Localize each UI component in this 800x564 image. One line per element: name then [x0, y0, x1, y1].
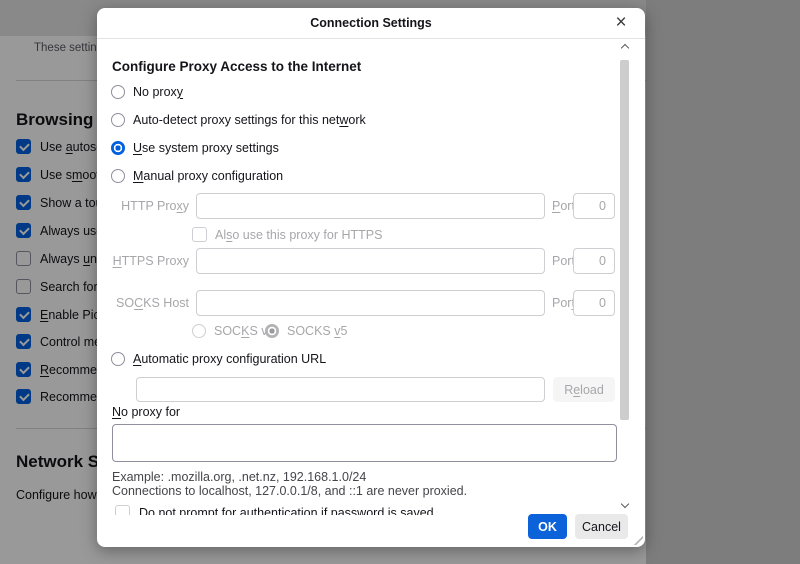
label-part: Al	[215, 228, 226, 242]
radio-icon[interactable]	[111, 113, 125, 127]
label-accesskey: C	[134, 296, 143, 310]
dialog-titlebar: Connection Settings ×	[97, 8, 645, 39]
label-part: SO	[116, 296, 134, 310]
label-accesskey: U	[133, 141, 142, 155]
label-part: 5	[341, 324, 348, 338]
radio-label: Automatic proxy configuration URL	[133, 352, 326, 366]
radio-icon-selected[interactable]	[265, 324, 279, 338]
button-label: Reload	[564, 383, 604, 397]
label-accesskey: H	[113, 254, 122, 268]
http-proxy-label: HTTP Proxy	[97, 199, 189, 213]
label-part: se system proxy settings	[142, 141, 279, 155]
https-proxy-label: HTTPS Proxy	[97, 254, 189, 268]
checkbox-label: Also use this proxy for HTTPS	[215, 228, 382, 242]
label-part: TTPS Proxy	[122, 254, 189, 268]
radio-auto-detect-proxy[interactable]: Auto-detect proxy settings for this netw…	[111, 113, 366, 127]
socks-host-label: SOCKS Host	[97, 296, 189, 310]
label-part: o proxy for	[121, 405, 180, 419]
dialog-scroll-content: Configure Proxy Access to the Internet N…	[97, 39, 617, 515]
auto-proxy-url-input[interactable]	[136, 377, 545, 402]
checkbox-icon[interactable]	[192, 227, 207, 242]
radio-socks-v5[interactable]: SOCKS v5	[265, 324, 347, 338]
radio-icon[interactable]	[111, 169, 125, 183]
label-part: Por	[552, 296, 571, 310]
label-part: Auto-detect proxy settings for this net	[133, 113, 339, 127]
ok-button[interactable]: OK	[528, 514, 567, 539]
radio-automatic-proxy-url[interactable]: Automatic proxy configuration URL	[111, 352, 326, 366]
radio-label: No proxy	[133, 85, 183, 99]
radio-icon-selected[interactable]	[111, 141, 125, 155]
https-port-input[interactable]	[573, 248, 615, 274]
checkbox-no-auth-prompt[interactable]: Do not prompt for authentication if pass…	[115, 505, 434, 515]
socks-port-input[interactable]	[573, 290, 615, 316]
cancel-button[interactable]: Cancel	[575, 514, 628, 539]
radio-icon[interactable]	[111, 85, 125, 99]
label-accesskey: M	[133, 169, 143, 183]
scrollbar-down-arrow-icon[interactable]	[621, 500, 629, 508]
label-part: anual proxy configuration	[143, 169, 283, 183]
https-port-label: Port	[552, 254, 575, 268]
label-part: Port	[552, 254, 575, 268]
label-part: R	[564, 383, 573, 397]
radio-label: Use system proxy settings	[133, 141, 279, 155]
checkbox-icon[interactable]	[115, 505, 130, 515]
no-proxy-for-label: No proxy for	[112, 405, 180, 419]
label-accesskey: N	[112, 405, 121, 419]
proxy-config-heading: Configure Proxy Access to the Internet	[112, 59, 361, 74]
no-proxy-example-text: Example: .mozilla.org, .net.nz, 192.168.…	[112, 470, 366, 484]
label-part: load	[580, 383, 604, 397]
resize-grip[interactable]	[630, 532, 643, 545]
reload-button[interactable]: Reload	[553, 377, 615, 402]
https-proxy-input[interactable]	[196, 248, 545, 274]
checkbox-also-use-for-https[interactable]: Also use this proxy for HTTPS	[192, 227, 382, 242]
checkbox-label: Do not prompt for authentication if pass…	[139, 506, 434, 516]
http-port-input[interactable]	[573, 193, 615, 219]
radio-label: Auto-detect proxy settings for this netw…	[133, 113, 366, 127]
label-part: No prox	[133, 85, 177, 99]
http-proxy-input[interactable]	[196, 193, 545, 219]
socks-port-label: Port	[552, 296, 575, 310]
radio-icon[interactable]	[192, 324, 206, 338]
connection-settings-dialog: Connection Settings × Configure Proxy Ac…	[97, 8, 645, 547]
no-proxy-for-textarea[interactable]	[112, 424, 617, 462]
radio-label: Manual proxy configuration	[133, 169, 283, 183]
label-part: SOCKS	[287, 324, 334, 338]
label-part: utomatic proxy configuration URL	[141, 352, 326, 366]
radio-no-proxy[interactable]: No proxy	[111, 85, 183, 99]
no-proxy-note-text: Connections to localhost, 127.0.0.1/8, a…	[112, 484, 467, 498]
label-part: o use this proxy for HTTPS	[232, 228, 382, 242]
http-port-label: Port	[552, 199, 575, 213]
radio-use-system-proxy[interactable]: Use system proxy settings	[111, 141, 279, 155]
radio-socks-v4[interactable]: SOCKS v4	[192, 324, 274, 338]
radio-label: SOCKS v5	[287, 324, 347, 338]
label-part: y	[183, 199, 189, 213]
scrollbar-up-arrow-icon[interactable]	[621, 44, 629, 52]
label-part: ork	[348, 113, 365, 127]
socks-host-input[interactable]	[196, 290, 545, 316]
close-icon[interactable]: ×	[610, 12, 632, 34]
label-part: KS Host	[143, 296, 189, 310]
label-accesskey: y	[177, 85, 183, 99]
dialog-title: Connection Settings	[310, 16, 432, 30]
scrollbar-thumb[interactable]	[620, 60, 629, 420]
label-part: SOC	[214, 324, 241, 338]
radio-manual-proxy[interactable]: Manual proxy configuration	[111, 169, 283, 183]
radio-icon[interactable]	[111, 352, 125, 366]
dialog-scrollbar[interactable]	[619, 39, 631, 515]
label-part: HTTP Pro	[121, 199, 176, 213]
